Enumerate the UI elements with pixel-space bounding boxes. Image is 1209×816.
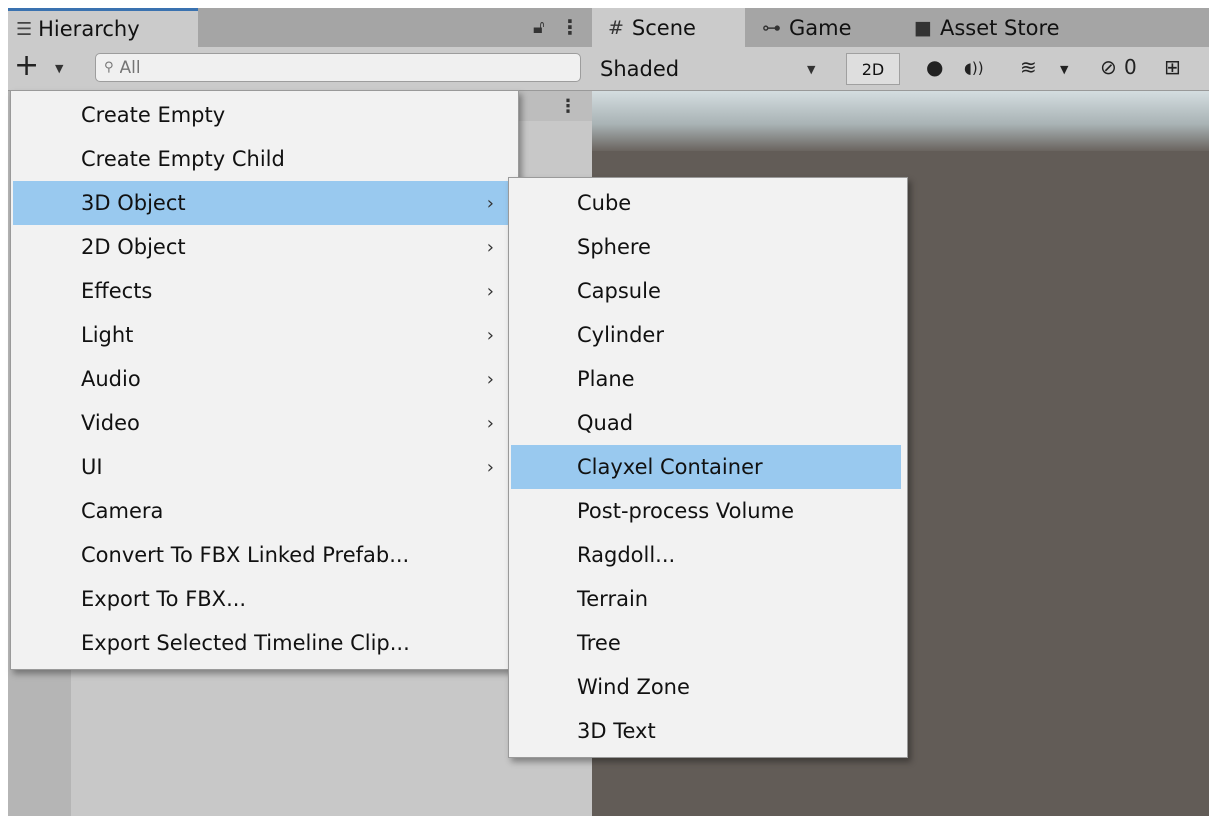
shading-mode-value: Shaded xyxy=(600,57,680,81)
submenu-item-cylinder[interactable]: Cylinder xyxy=(511,313,905,357)
chevron-right-icon: › xyxy=(486,192,494,214)
scene-toolbar: Shaded ▼ 2D ● ◖)) ≋ ▼ ⊘ 0 ⊞ xyxy=(592,47,1209,91)
menu-item-label: Cube xyxy=(577,191,632,215)
menu-item-label: 3D Text xyxy=(577,719,656,743)
add-button[interactable]: + xyxy=(14,51,39,81)
more-options-icon[interactable]: ⋮ xyxy=(559,96,577,117)
hierarchy-tab-bar: ☰ Hierarchy 🔓︎ ⋮ xyxy=(8,8,592,47)
chevron-down-icon[interactable]: ▼ xyxy=(55,62,63,75)
chevron-right-icon: › xyxy=(486,280,494,302)
menu-item-label: Plane xyxy=(577,367,635,391)
submenu-item-plane[interactable]: Plane xyxy=(511,357,905,401)
scene-viewport-sky[interactable] xyxy=(592,91,1209,151)
menu-item-label: Effects xyxy=(81,279,153,303)
menu-item-effects[interactable]: Effects › xyxy=(13,269,516,313)
submenu-item-quad[interactable]: Quad xyxy=(511,401,905,445)
tab-scene[interactable]: # Scene xyxy=(592,8,745,47)
lock-icon[interactable]: 🔓︎ xyxy=(533,17,545,38)
shading-mode-dropdown[interactable]: Shaded xyxy=(600,55,836,83)
submenu-item-ragdoll[interactable]: Ragdoll... xyxy=(511,533,905,577)
menu-item-label: Create Empty xyxy=(81,103,226,127)
create-context-menu: Create Empty Create Empty Child 3D Objec… xyxy=(10,90,519,670)
effects-icon[interactable]: ≋ xyxy=(1020,55,1037,79)
chevron-down-icon[interactable]: ▼ xyxy=(807,63,815,76)
menu-item-convert-to-fbx-linked-prefab[interactable]: Convert To FBX Linked Prefab... xyxy=(13,533,516,577)
toggle-2d-button[interactable]: 2D xyxy=(846,53,900,85)
submenu-item-3d-text[interactable]: 3D Text xyxy=(511,709,905,753)
visibility-off-icon[interactable]: ⊘ xyxy=(1100,55,1117,79)
menu-item-label: Tree xyxy=(577,631,621,655)
menu-item-label: Convert To FBX Linked Prefab... xyxy=(81,543,410,567)
menu-item-label: Wind Zone xyxy=(577,675,690,699)
menu-item-video[interactable]: Video › xyxy=(13,401,516,445)
menu-item-label: Post-process Volume xyxy=(577,499,794,523)
menu-item-label: Export To FBX... xyxy=(81,587,247,611)
submenu-item-cube[interactable]: Cube xyxy=(511,181,905,225)
gizmos-grid-icon[interactable]: ⊞ xyxy=(1164,55,1181,79)
menu-item-label: Ragdoll... xyxy=(577,543,676,567)
menu-item-label: Capsule xyxy=(577,279,661,303)
menu-item-label: Cylinder xyxy=(577,323,664,347)
menu-item-label: Camera xyxy=(81,499,164,523)
search-icon: ⚲ xyxy=(104,60,114,75)
tab-game[interactable]: ⊶ Game xyxy=(762,8,852,47)
tab-game-label: Game xyxy=(789,15,852,40)
menu-item-export-to-fbx[interactable]: Export To FBX... xyxy=(13,577,516,621)
submenu-item-wind-zone[interactable]: Wind Zone xyxy=(511,665,905,709)
menu-item-label: Sphere xyxy=(577,235,651,259)
hidden-count: 0 xyxy=(1124,55,1137,79)
submenu-item-post-process-volume[interactable]: Post-process Volume xyxy=(511,489,905,533)
menu-item-audio[interactable]: Audio › xyxy=(13,357,516,401)
menu-item-light[interactable]: Light › xyxy=(13,313,516,357)
chevron-right-icon: › xyxy=(486,368,494,390)
menu-item-label: Create Empty Child xyxy=(81,147,285,171)
menu-item-label: Audio xyxy=(81,367,141,391)
grid-icon: # xyxy=(608,16,624,39)
menu-item-ui[interactable]: UI › xyxy=(13,445,516,489)
submenu-item-capsule[interactable]: Capsule xyxy=(511,269,905,313)
audio-icon[interactable]: ◖)) xyxy=(964,59,984,77)
tab-scene-label: Scene xyxy=(631,15,696,40)
menu-item-label: Light xyxy=(81,323,134,347)
menu-item-3d-object[interactable]: 3D Object › xyxy=(13,181,516,225)
chevron-right-icon: › xyxy=(486,412,494,434)
shopping-bag-icon: ■ xyxy=(914,16,932,39)
menu-item-camera[interactable]: Camera xyxy=(13,489,516,533)
chevron-right-icon: › xyxy=(486,456,494,478)
search-input[interactable] xyxy=(119,57,540,78)
hierarchy-toolbar: + ▼ ⚲ xyxy=(8,47,592,91)
menu-item-label: Video xyxy=(81,411,140,435)
gamepad-icon: ⊶ xyxy=(762,16,781,39)
menu-item-label: Terrain xyxy=(577,587,649,611)
menu-item-export-selected-timeline-clip[interactable]: Export Selected Timeline Clip... xyxy=(13,621,516,665)
chevron-down-icon[interactable]: ▼ xyxy=(1060,63,1068,76)
tab-hierarchy[interactable]: ☰ Hierarchy xyxy=(8,8,198,47)
submenu-item-tree[interactable]: Tree xyxy=(511,621,905,665)
submenu-item-clayxel-container[interactable]: Clayxel Container xyxy=(511,445,901,489)
tab-asset-store-label: Asset Store xyxy=(939,15,1060,40)
lightbulb-icon[interactable]: ● xyxy=(926,55,943,79)
3d-object-submenu: Cube Sphere Capsule Cylinder Plane Quad … xyxy=(508,177,908,758)
menu-item-label: Export Selected Timeline Clip... xyxy=(81,631,410,655)
menu-item-label: Clayxel Container xyxy=(577,455,763,479)
submenu-item-sphere[interactable]: Sphere xyxy=(511,225,905,269)
menu-item-create-empty[interactable]: Create Empty xyxy=(13,93,516,137)
menu-item-label: 2D Object xyxy=(81,235,186,259)
menu-item-create-empty-child[interactable]: Create Empty Child xyxy=(13,137,516,181)
submenu-item-terrain[interactable]: Terrain xyxy=(511,577,905,621)
chevron-right-icon: › xyxy=(486,324,494,346)
menu-item-2d-object[interactable]: 2D Object › xyxy=(13,225,516,269)
menu-item-label: Quad xyxy=(577,411,634,435)
scene-tab-bar: # Scene ⊶ Game ■ Asset Store xyxy=(592,8,1209,47)
list-icon: ☰ xyxy=(16,18,33,40)
search-field[interactable]: ⚲ xyxy=(95,53,581,82)
chevron-right-icon: › xyxy=(486,236,494,258)
tab-hierarchy-label: Hierarchy xyxy=(38,17,140,41)
more-options-icon[interactable]: ⋮ xyxy=(560,15,580,39)
tab-asset-store[interactable]: ■ Asset Store xyxy=(914,8,1060,47)
menu-item-label: UI xyxy=(81,455,103,479)
menu-item-label: 3D Object xyxy=(81,191,186,215)
